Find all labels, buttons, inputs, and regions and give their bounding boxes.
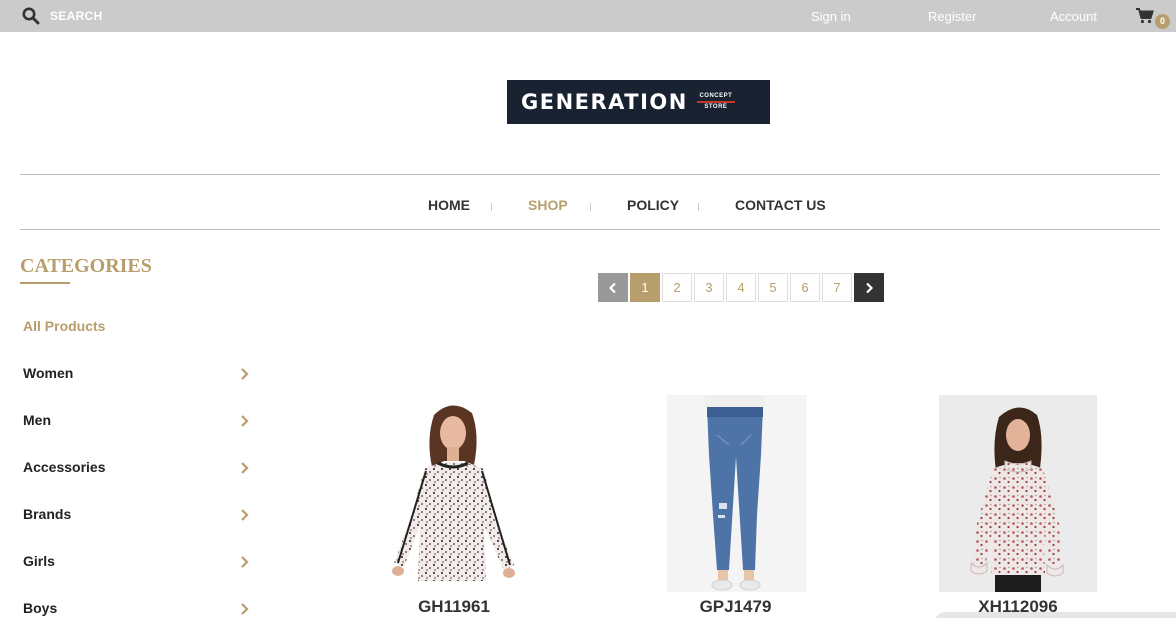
logo-sub-top: CONCEPT [699, 93, 733, 99]
chevron-right-icon[interactable] [239, 461, 251, 480]
pagination: 1 2 3 4 5 6 7 [598, 273, 884, 302]
chevron-left-icon [608, 282, 616, 293]
nav-contact-us[interactable]: CONTACT US [735, 197, 826, 213]
product-name[interactable]: GPJ1479 [657, 597, 814, 617]
logo-sub-bottom: STORE [704, 104, 728, 110]
logo-red-rule [696, 101, 735, 103]
nav-top-divider [20, 174, 1160, 175]
sidebar-item-boys[interactable]: Boys [23, 600, 57, 616]
logo-subtitle: CONCEPT STORE [696, 93, 735, 111]
register-link[interactable]: Register [928, 9, 976, 24]
chevron-right-icon[interactable] [239, 555, 251, 574]
page-button[interactable]: 4 [726, 273, 756, 302]
page-button[interactable]: 7 [822, 273, 852, 302]
chevron-right-icon[interactable] [239, 508, 251, 527]
chevron-right-icon[interactable] [239, 367, 251, 386]
prev-page-button[interactable] [598, 273, 628, 302]
sidebar-item-girls[interactable]: Girls [23, 553, 55, 569]
nav-separator [698, 203, 699, 211]
nav-bottom-divider [20, 229, 1160, 230]
cart-icon[interactable] [1136, 8, 1154, 29]
product-name[interactable]: GH11961 [376, 597, 532, 617]
nav-separator [491, 203, 492, 211]
cart-count-badge: 0 [1155, 14, 1170, 29]
logo-wordmark: GENERATION [521, 90, 688, 114]
product-image[interactable] [376, 395, 532, 592]
search-button[interactable]: SEARCH [22, 0, 102, 32]
nav-home[interactable]: HOME [428, 197, 470, 213]
sidebar-item-brands[interactable]: Brands [23, 506, 71, 522]
chevron-right-icon [866, 282, 874, 293]
sidebar-item-all-products[interactable]: All Products [23, 318, 105, 334]
next-page-button[interactable] [854, 273, 884, 302]
product-image[interactable] [939, 395, 1097, 592]
search-icon [22, 7, 40, 25]
sidebar-item-men[interactable]: Men [23, 412, 51, 428]
main-nav: HOME SHOP POLICY CONTACT US [0, 196, 1176, 216]
nav-separator [590, 203, 591, 211]
nav-policy[interactable]: POLICY [627, 197, 679, 213]
categories-heading: CATEGORIES [20, 255, 152, 277]
nav-shop[interactable]: SHOP [528, 197, 568, 213]
product-image[interactable] [657, 395, 814, 592]
page-button[interactable]: 5 [758, 273, 788, 302]
sign-in-link[interactable]: Sign in [811, 9, 851, 24]
page-button[interactable]: 2 [662, 273, 692, 302]
chat-widget-edge[interactable] [934, 612, 1176, 618]
sidebar-item-women[interactable]: Women [23, 365, 73, 381]
chevron-right-icon[interactable] [239, 602, 251, 618]
top-bar: SEARCH Sign in Register Account 0 [0, 0, 1176, 32]
account-link[interactable]: Account [1050, 9, 1097, 24]
categories-underline [20, 282, 70, 284]
page-button[interactable]: 3 [694, 273, 724, 302]
chevron-right-icon[interactable] [239, 414, 251, 433]
search-label: SEARCH [50, 9, 103, 23]
store-logo[interactable]: GENERATION CONCEPT STORE [507, 80, 770, 124]
page-button[interactable]: 1 [630, 273, 660, 302]
sidebar-item-accessories[interactable]: Accessories [23, 459, 106, 475]
page-button[interactable]: 6 [790, 273, 820, 302]
